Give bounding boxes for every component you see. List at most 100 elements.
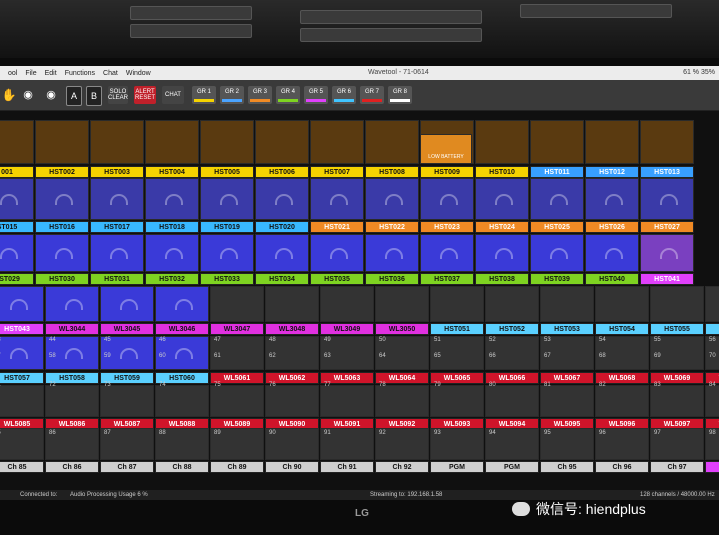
channel-meter[interactable] — [265, 286, 319, 322]
channel-meter[interactable] — [530, 234, 584, 272]
channel-meter[interactable] — [35, 178, 89, 220]
channel-name[interactable]: HST013 — [640, 166, 694, 178]
alert-reset-button[interactable]: ALERT RESET — [134, 86, 156, 104]
a-button[interactable]: A — [66, 86, 82, 106]
channel-name[interactable]: Ch 97 — [650, 461, 704, 473]
channel-name[interactable]: HST019 — [200, 221, 254, 233]
channel-name[interactable]: PGM — [485, 461, 539, 473]
channel-meter[interactable] — [90, 120, 144, 164]
channel-name[interactable]: Ch 85 — [0, 461, 44, 473]
channel-meter[interactable] — [0, 120, 34, 164]
channel-meter[interactable] — [365, 178, 419, 220]
channel-meter[interactable] — [475, 178, 529, 220]
channel-meter[interactable] — [365, 234, 419, 272]
channel-name[interactable]: HST006 — [255, 166, 309, 178]
channel-name[interactable]: WL3046 — [155, 323, 209, 335]
channel-name[interactable]: WL3049 — [320, 323, 374, 335]
channel-name[interactable]: HST018 — [145, 221, 199, 233]
channel-meter[interactable] — [375, 385, 429, 417]
channel-name[interactable]: HST010 — [475, 166, 529, 178]
channel-meter[interactable] — [310, 120, 364, 164]
channel-meter[interactable] — [530, 120, 584, 164]
menu-item[interactable]: ool — [8, 70, 17, 77]
channel-name[interactable]: HST031 — [90, 273, 144, 285]
channel-name[interactable]: ST015 — [0, 221, 34, 233]
channel-name[interactable]: HST017 — [90, 221, 144, 233]
channel-meter[interactable] — [145, 120, 199, 164]
channel-meter[interactable] — [0, 234, 34, 272]
channel-meter[interactable] — [155, 385, 209, 417]
group-button[interactable]: GR 3 — [248, 86, 272, 104]
channel-meter[interactable] — [475, 120, 529, 164]
group-button[interactable]: GR 2 — [220, 86, 244, 104]
channel-name[interactable]: HST053 — [540, 323, 594, 335]
channel-name[interactable]: HST056 — [705, 323, 719, 335]
channel-name[interactable]: Ch 98 — [705, 461, 719, 473]
channel-meter[interactable] — [35, 120, 89, 164]
channel-meter[interactable] — [0, 178, 34, 220]
channel-name[interactable]: HST033 — [200, 273, 254, 285]
eye-icon[interactable]: ◉ — [44, 86, 58, 104]
channel-meter[interactable] — [200, 178, 254, 220]
channel-name[interactable]: HST055 — [650, 323, 704, 335]
channel-meter[interactable] — [420, 178, 474, 220]
group-button[interactable]: GR 6 — [332, 86, 356, 104]
channel-meter[interactable] — [485, 286, 539, 322]
channel-meter[interactable] — [145, 234, 199, 272]
channel-name[interactable]: HST011 — [530, 166, 584, 178]
menu-item[interactable]: Edit — [45, 70, 57, 77]
channel-meter[interactable] — [585, 234, 639, 272]
channel-name[interactable]: 001 — [0, 166, 34, 178]
channel-name[interactable]: HST029 — [0, 273, 34, 285]
channel-name[interactable]: HST057 — [0, 372, 44, 384]
menu-item[interactable]: Functions — [65, 70, 95, 77]
channel-meter[interactable] — [265, 385, 319, 417]
channel-name[interactable]: Ch 92 — [375, 461, 429, 473]
menu-item[interactable]: Chat — [103, 70, 118, 77]
channel-meter[interactable] — [640, 120, 694, 164]
channel-name[interactable]: WL3050 — [375, 323, 429, 335]
group-button[interactable]: GR 1 — [192, 86, 216, 104]
channel-name[interactable]: HST040 — [585, 273, 639, 285]
channel-name[interactable]: HST043 — [0, 323, 44, 335]
channel-name[interactable]: HST007 — [310, 166, 364, 178]
channel-name[interactable]: HST012 — [585, 166, 639, 178]
channel-meter[interactable] — [0, 428, 44, 460]
channel-name[interactable]: HST003 — [90, 166, 144, 178]
channel-name[interactable]: HST002 — [35, 166, 89, 178]
channel-meter[interactable] — [200, 120, 254, 164]
channel-meter[interactable] — [320, 385, 374, 417]
channel-meter[interactable] — [540, 385, 594, 417]
channel-meter[interactable] — [365, 120, 419, 164]
channel-meter[interactable] — [35, 234, 89, 272]
channel-meter[interactable] — [90, 234, 144, 272]
channel-name[interactable]: HST005 — [200, 166, 254, 178]
channel-meter[interactable] — [0, 286, 44, 322]
channel-meter[interactable] — [705, 286, 719, 322]
channel-name[interactable]: WL3048 — [265, 323, 319, 335]
channel-meter[interactable] — [705, 385, 719, 417]
channel-name[interactable]: HST035 — [310, 273, 364, 285]
chat-button[interactable]: CHAT — [162, 86, 184, 104]
channel-name[interactable]: HST054 — [595, 323, 649, 335]
channel-meter[interactable] — [320, 286, 374, 322]
channel-name[interactable]: HST023 — [420, 221, 474, 233]
channel-name[interactable]: HST016 — [35, 221, 89, 233]
channel-name[interactable]: Ch 90 — [265, 461, 319, 473]
channel-meter[interactable] — [100, 286, 154, 322]
channel-name[interactable]: HST051 — [430, 323, 484, 335]
channel-name[interactable]: HST025 — [530, 221, 584, 233]
channel-name[interactable]: HST037 — [420, 273, 474, 285]
channel-name[interactable]: HST026 — [585, 221, 639, 233]
channel-meter[interactable] — [210, 385, 264, 417]
channel-name[interactable]: PGM — [430, 461, 484, 473]
channel-name[interactable]: HST034 — [255, 273, 309, 285]
channel-name[interactable]: HST020 — [255, 221, 309, 233]
channel-name[interactable]: HST038 — [475, 273, 529, 285]
channel-name[interactable]: WL3047 — [210, 323, 264, 335]
channel-meter[interactable] — [310, 178, 364, 220]
channel-name[interactable]: HST024 — [475, 221, 529, 233]
channel-meter[interactable] — [650, 286, 704, 322]
hand-icon[interactable]: ✋ — [2, 86, 17, 104]
channel-meter[interactable] — [640, 178, 694, 220]
